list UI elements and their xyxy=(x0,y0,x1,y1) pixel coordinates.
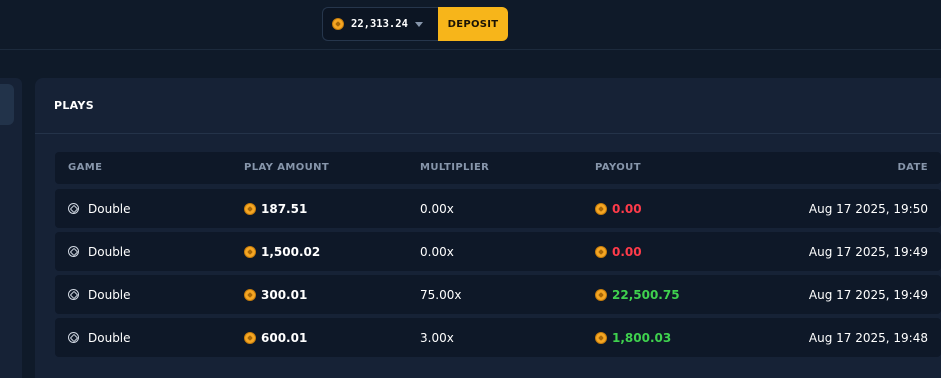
game-cell: Double xyxy=(68,318,131,357)
deposit-button[interactable]: DEPOSIT xyxy=(438,7,508,41)
double-game-icon xyxy=(68,332,79,343)
play-amount-cell: 1,500.02 xyxy=(244,232,320,271)
game-name: Double xyxy=(88,330,131,345)
coin-icon xyxy=(244,331,256,344)
table-row[interactable]: Double 600.01 3.00x 1,800.03 Aug 17 2025… xyxy=(55,318,941,357)
play-amount-cell: 187.51 xyxy=(244,189,307,228)
plays-card: PLAYS GAME PLAY AMOUNT MULTIPLIER PAYOUT… xyxy=(35,78,941,378)
date: Aug 17 2025, 19:49 xyxy=(808,287,928,302)
table-row[interactable]: Double 187.51 0.00x 0.00 Aug 17 2025, 19… xyxy=(55,189,941,228)
double-game-icon xyxy=(68,203,79,214)
payout-cell: 1,800.03 xyxy=(595,318,671,357)
game-cell: Double xyxy=(68,189,131,228)
plays-header: PLAYS xyxy=(35,78,941,134)
multiplier: 0.00x xyxy=(420,201,454,216)
coin-icon xyxy=(244,288,256,301)
play-amount-cell: 600.01 xyxy=(244,318,307,357)
payout-cell: 0.00 xyxy=(595,189,642,228)
column-header-game: GAME xyxy=(68,162,103,173)
multiplier: 0.00x xyxy=(420,244,454,259)
coin-icon xyxy=(595,288,607,301)
multiplier-cell: 0.00x xyxy=(420,189,454,228)
date: Aug 17 2025, 19:50 xyxy=(808,201,928,216)
multiplier-cell: 75.00x xyxy=(420,275,461,314)
date: Aug 17 2025, 19:48 xyxy=(808,330,928,345)
play-amount: 187.51 xyxy=(261,201,308,216)
multiplier-cell: 3.00x xyxy=(420,318,454,357)
left-panel-item[interactable] xyxy=(0,84,14,125)
date-cell: Aug 17 2025, 19:48 xyxy=(809,318,928,357)
payout: 0.00 xyxy=(612,201,642,216)
play-amount-cell: 300.01 xyxy=(244,275,307,314)
game-name: Double xyxy=(88,201,131,216)
payout-cell: 22,500.75 xyxy=(595,275,680,314)
table-header: GAME PLAY AMOUNT MULTIPLIER PAYOUT DATE xyxy=(55,152,941,184)
plays-title: PLAYS xyxy=(54,99,94,112)
play-amount: 1,500.02 xyxy=(261,244,321,259)
chevron-down-icon xyxy=(414,21,423,27)
date-cell: Aug 17 2025, 19:49 xyxy=(809,232,928,271)
payout: 22,500.75 xyxy=(612,287,680,302)
coin-icon xyxy=(595,245,607,258)
date-cell: Aug 17 2025, 19:49 xyxy=(809,275,928,314)
play-amount: 600.01 xyxy=(261,330,308,345)
play-amount: 300.01 xyxy=(261,287,308,302)
multiplier-cell: 0.00x xyxy=(420,232,454,271)
coin-icon xyxy=(332,18,344,30)
date: Aug 17 2025, 19:49 xyxy=(808,244,928,259)
multiplier: 75.00x xyxy=(420,287,462,302)
column-header-play-amount: PLAY AMOUNT xyxy=(244,162,330,173)
multiplier: 3.00x xyxy=(420,330,454,345)
payout: 0.00 xyxy=(612,244,642,259)
double-game-icon xyxy=(68,246,79,257)
balance-amount: 22,313.24 xyxy=(351,18,408,30)
coin-icon xyxy=(595,331,607,344)
balance-selector[interactable]: 22,313.24 xyxy=(322,7,438,41)
column-header-payout: PAYOUT xyxy=(595,162,641,173)
table-row[interactable]: Double 300.01 75.00x 22,500.75 Aug 17 20… xyxy=(55,275,941,314)
double-game-icon xyxy=(68,289,79,300)
table-row[interactable]: Double 1,500.02 0.00x 0.00 Aug 17 2025, … xyxy=(55,232,941,271)
top-bar: 22,313.24 DEPOSIT xyxy=(0,0,941,50)
date-cell: Aug 17 2025, 19:50 xyxy=(809,189,928,228)
coin-icon xyxy=(595,202,607,215)
payout-cell: 0.00 xyxy=(595,232,642,271)
payout: 1,800.03 xyxy=(612,330,672,345)
column-header-multiplier: MULTIPLIER xyxy=(420,162,490,173)
coin-icon xyxy=(244,245,256,258)
coin-icon xyxy=(244,202,256,215)
game-name: Double xyxy=(88,287,131,302)
game-cell: Double xyxy=(68,275,131,314)
game-cell: Double xyxy=(68,232,131,271)
game-name: Double xyxy=(88,244,131,259)
column-header-date: DATE xyxy=(897,162,928,173)
